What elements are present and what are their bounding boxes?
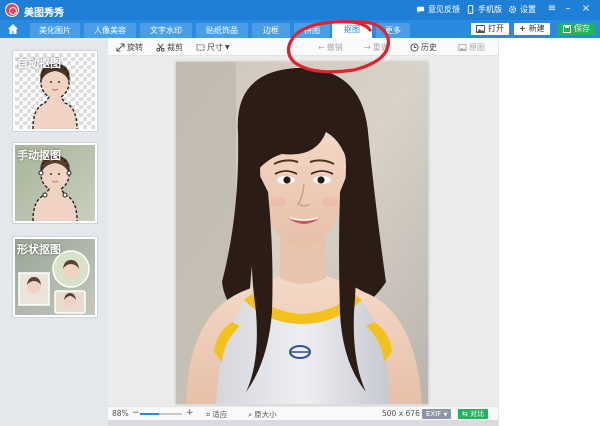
size-button[interactable]: 尺寸 ▼ <box>196 42 230 53</box>
original-label: 原图 <box>469 43 485 52</box>
actual-size-button[interactable]: ⌕ 原大小 <box>248 409 277 420</box>
right-panel <box>498 38 600 426</box>
manual-cutout-card[interactable]: 手动抠图 <box>12 142 98 224</box>
zoom-slider[interactable] <box>140 413 182 415</box>
zoom-out-icon[interactable]: − <box>132 408 140 418</box>
mobile-version-link[interactable]: 手机版 <box>466 4 502 15</box>
tab-collage[interactable]: 拼图 <box>294 23 330 38</box>
tab-more[interactable]: 更多 <box>376 23 410 38</box>
arrow-right-icon: → <box>364 43 371 52</box>
undo-label: 撤销 <box>326 43 343 52</box>
phone-icon <box>467 5 474 14</box>
exif-label: EXIF <box>426 410 442 418</box>
save-button[interactable]: 保存 <box>558 23 595 35</box>
magnifier-icon: ⌕ <box>248 409 253 419</box>
tab-stickers[interactable]: 贴纸饰品 <box>196 23 248 38</box>
chevron-down-icon: ▼ <box>443 412 448 418</box>
image-icon <box>476 25 485 33</box>
new-label: 新建 <box>528 24 545 33</box>
photo[interactable] <box>176 62 428 404</box>
tab-cutout[interactable]: 抠图 <box>332 22 372 38</box>
minimize-icon[interactable]: – <box>562 3 574 15</box>
tab-text-watermark[interactable]: 文字水印 <box>140 23 192 38</box>
zoom-percent: 88% <box>112 409 129 418</box>
menu-icon[interactable]: ≡ <box>546 3 558 15</box>
exif-button[interactable]: EXIF ▼ <box>422 409 452 419</box>
compare-icon: ⇆ <box>462 410 468 418</box>
picture-icon <box>458 43 467 52</box>
app-logo-icon <box>5 3 19 17</box>
compare-label: 对比 <box>470 410 485 418</box>
tab-bar: 美化图片 人像美容 文字水印 贴纸饰品 边框 拼图 抠图 更多 打开 + 新建 … <box>0 20 600 38</box>
rotate-button[interactable]: 旋转 <box>116 42 143 53</box>
home-icon[interactable] <box>7 23 19 35</box>
image-dimensions: 500 x 676 <box>382 409 420 418</box>
cutout-mode-panel: 自动抠图 手动抠图 形状抠图 <box>0 38 108 426</box>
title-bar: 美图秀秀 意见反馈 手机版 设置 ≡ – × <box>0 0 600 20</box>
auto-cutout-label: 自动抠图 <box>17 57 61 70</box>
new-button[interactable]: + 新建 <box>514 23 550 35</box>
feedback-link[interactable]: 意见反馈 <box>416 4 460 15</box>
clock-icon <box>410 43 419 52</box>
settings-label: 设置 <box>520 5 536 14</box>
open-button[interactable]: 打开 <box>471 23 509 35</box>
history-button[interactable]: 历史 <box>410 42 437 53</box>
rotate-icon <box>116 43 125 52</box>
fit-window-button[interactable]: ⌗ 适应 <box>206 409 227 420</box>
resize-icon <box>196 44 205 51</box>
crop-label: 裁剪 <box>167 43 183 52</box>
rotate-label: 旋转 <box>127 43 143 52</box>
settings-link[interactable]: 设置 <box>508 4 536 15</box>
mobile-label: 手机版 <box>478 5 502 14</box>
shape-cutout-label: 形状抠图 <box>17 243 61 256</box>
zoom-slider-fill <box>140 413 159 415</box>
tab-beautify[interactable]: 美化图片 <box>30 23 80 38</box>
actual-size-label: 原大小 <box>254 410 277 419</box>
bottom-strip <box>108 420 498 426</box>
zoom-in-icon[interactable]: + <box>186 408 194 418</box>
save-icon <box>563 25 571 33</box>
manual-cutout-label: 手动抠图 <box>17 149 61 162</box>
edit-toolbar: 旋转 裁剪 尺寸 ▼ ← 撤销 → 重做 历史 原图 <box>108 38 498 56</box>
open-label: 打开 <box>488 24 504 33</box>
fit-label: 适应 <box>212 410 228 419</box>
redo-button[interactable]: → 重做 <box>364 42 389 53</box>
image-canvas[interactable] <box>108 56 498 406</box>
redo-label: 重做 <box>372 43 389 52</box>
tab-frames[interactable]: 边框 <box>252 23 290 38</box>
shape-cutout-card[interactable]: 形状抠图 <box>12 236 98 318</box>
plus-icon: + <box>519 24 526 33</box>
scissors-icon <box>156 43 165 52</box>
auto-cutout-card[interactable]: 自动抠图 <box>12 50 98 132</box>
crop-button[interactable]: 裁剪 <box>156 42 183 53</box>
gear-icon <box>508 5 517 14</box>
original-button[interactable]: 原图 <box>458 42 485 53</box>
app-title: 美图秀秀 <box>24 8 64 19</box>
status-bar: 88% − + ⌗ 适应 ⌕ 原大小 500 x 676 EXIF ▼ ⇆ 对比 <box>108 406 498 420</box>
close-icon[interactable]: × <box>580 3 592 15</box>
size-label: 尺寸 <box>207 43 223 52</box>
chevron-down-icon: ▼ <box>225 44 230 51</box>
history-label: 历史 <box>421 43 437 52</box>
chat-bubble-icon <box>416 6 425 14</box>
arrow-left-icon: ← <box>318 43 325 52</box>
save-label: 保存 <box>574 24 590 33</box>
fit-icon: ⌗ <box>206 409 211 419</box>
tab-portrait[interactable]: 人像美容 <box>84 23 136 38</box>
feedback-label: 意见反馈 <box>428 5 460 14</box>
undo-button[interactable]: ← 撤销 <box>318 42 343 53</box>
compare-button[interactable]: ⇆ 对比 <box>458 409 489 419</box>
